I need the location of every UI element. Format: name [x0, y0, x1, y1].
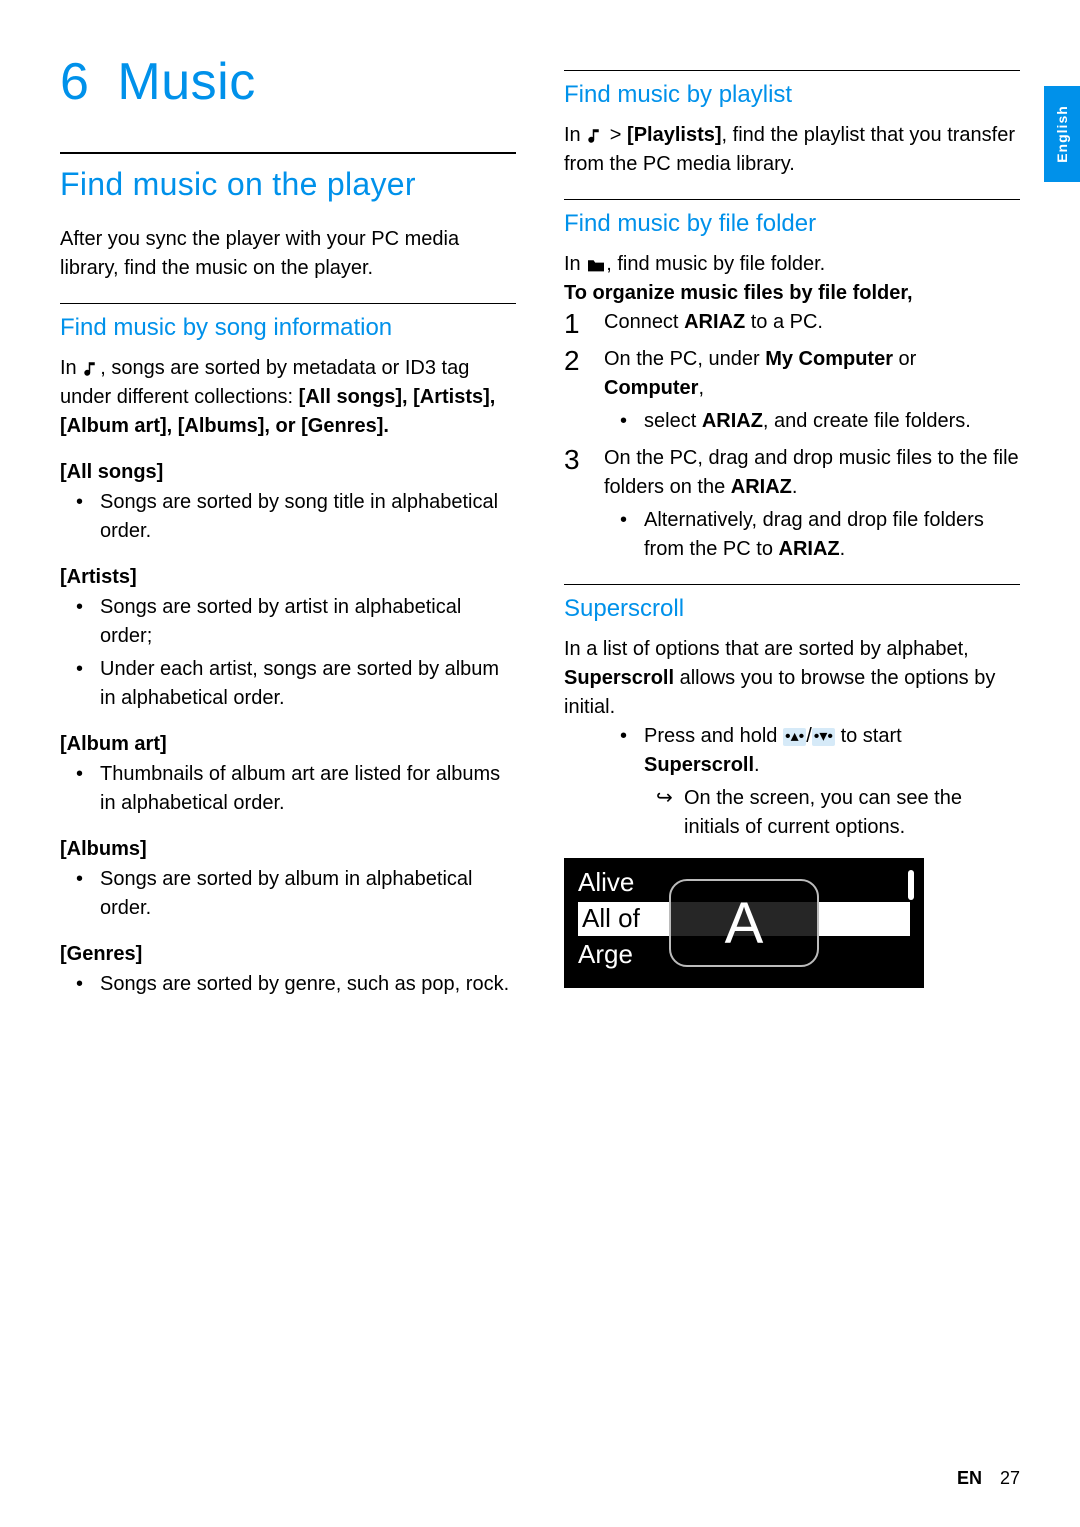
illustration-scrollbar [908, 870, 914, 900]
folder-line2: To organize music files by file folder, [564, 279, 1020, 308]
group-artists: [Artists] [60, 566, 516, 589]
list-album-art: Thumbnails of album art are listed for a… [60, 760, 516, 818]
subheading-superscroll: Superscroll [564, 584, 1020, 623]
footer-page-number: 27 [1000, 1468, 1020, 1488]
group-album-art: [Album art] [60, 733, 516, 756]
list-all-songs: Songs are sorted by song title in alphab… [60, 488, 516, 546]
down-button-icon: •▾• [812, 728, 835, 746]
chapter-number: 6 [60, 53, 89, 111]
folder-line1: In , find music by file folder. [564, 250, 1020, 279]
content-columns: 6 Music Find music on the player After yo… [60, 52, 1020, 1003]
music-note-icon [586, 127, 604, 145]
intro-paragraph: After you sync the player with your PC m… [60, 225, 516, 283]
list-item: Songs are sorted by artist in alphabetic… [100, 593, 516, 651]
folder-icon [586, 257, 606, 273]
chapter-heading: 6 Music [60, 52, 516, 112]
section-heading-find-music: Find music on the player [60, 152, 516, 203]
step-1: 1 Connect ARIAZ to a PC. [564, 308, 1020, 337]
superscroll-illustration: Alive All of Arge A [564, 858, 924, 988]
list-item: Songs are sorted by song title in alphab… [100, 488, 516, 546]
subheading-playlist: Find music by playlist [564, 70, 1020, 109]
language-tab-label: English [1054, 105, 1070, 163]
music-note-icon [82, 360, 100, 378]
step-2-sub: select ARIAZ, and create file folders. [604, 407, 1020, 436]
list-item: select ARIAZ, and create file folders. [644, 407, 1020, 436]
up-button-icon: •▴• [783, 728, 806, 746]
group-genres: [Genres] [60, 943, 516, 966]
list-genres: Songs are sorted by genre, such as pop, … [60, 970, 516, 999]
step-3-sub: Alternatively, drag and drop file folder… [604, 506, 1020, 564]
group-all-songs: [All songs] [60, 461, 516, 484]
subheading-file-folder: Find music by file folder [564, 199, 1020, 238]
list-item: Press and hold •▴•/•▾• to start Superscr… [644, 722, 1020, 842]
superscroll-paragraph: In a list of options that are sorted by … [564, 635, 1020, 722]
superscroll-result: On the screen, you can see the initials … [644, 784, 1020, 842]
list-item: On the screen, you can see the initials … [684, 784, 1020, 842]
superscroll-list: Press and hold •▴•/•▾• to start Superscr… [564, 722, 1020, 842]
list-item: Songs are sorted by genre, such as pop, … [100, 970, 516, 999]
page-footer: EN 27 [957, 1468, 1020, 1489]
subheading-song-info: Find music by song information [60, 303, 516, 342]
song-info-paragraph: In , songs are sorted by metadata or ID3… [60, 354, 516, 441]
language-tab: English [1044, 86, 1080, 182]
group-albums: [Albums] [60, 838, 516, 861]
left-column: 6 Music Find music on the player After yo… [60, 52, 516, 1003]
step-2: 2 On the PC, under My Computer or Comput… [564, 345, 1020, 436]
chapter-title: Music [117, 53, 255, 111]
list-item: Thumbnails of album art are listed for a… [100, 760, 516, 818]
right-column: Find music by playlist In > [Playlists],… [564, 52, 1020, 1003]
list-item: Alternatively, drag and drop file folder… [644, 506, 1020, 564]
page: English 6 Music Find music on the player … [0, 0, 1080, 1527]
list-item: Under each artist, songs are sorted by a… [100, 655, 516, 713]
playlist-paragraph: In > [Playlists], find the playlist that… [564, 121, 1020, 179]
list-artists: Songs are sorted by artist in alphabetic… [60, 593, 516, 713]
folder-steps: 1 Connect ARIAZ to a PC. 2 On the PC, un… [564, 308, 1020, 564]
illustration-letter: A [725, 890, 764, 957]
list-albums: Songs are sorted by album in alphabetica… [60, 865, 516, 923]
list-item: Songs are sorted by album in alphabetica… [100, 865, 516, 923]
illustration-overlay: A [669, 879, 819, 967]
footer-lang: EN [957, 1468, 982, 1488]
step-3: 3 On the PC, drag and drop music files t… [564, 444, 1020, 564]
